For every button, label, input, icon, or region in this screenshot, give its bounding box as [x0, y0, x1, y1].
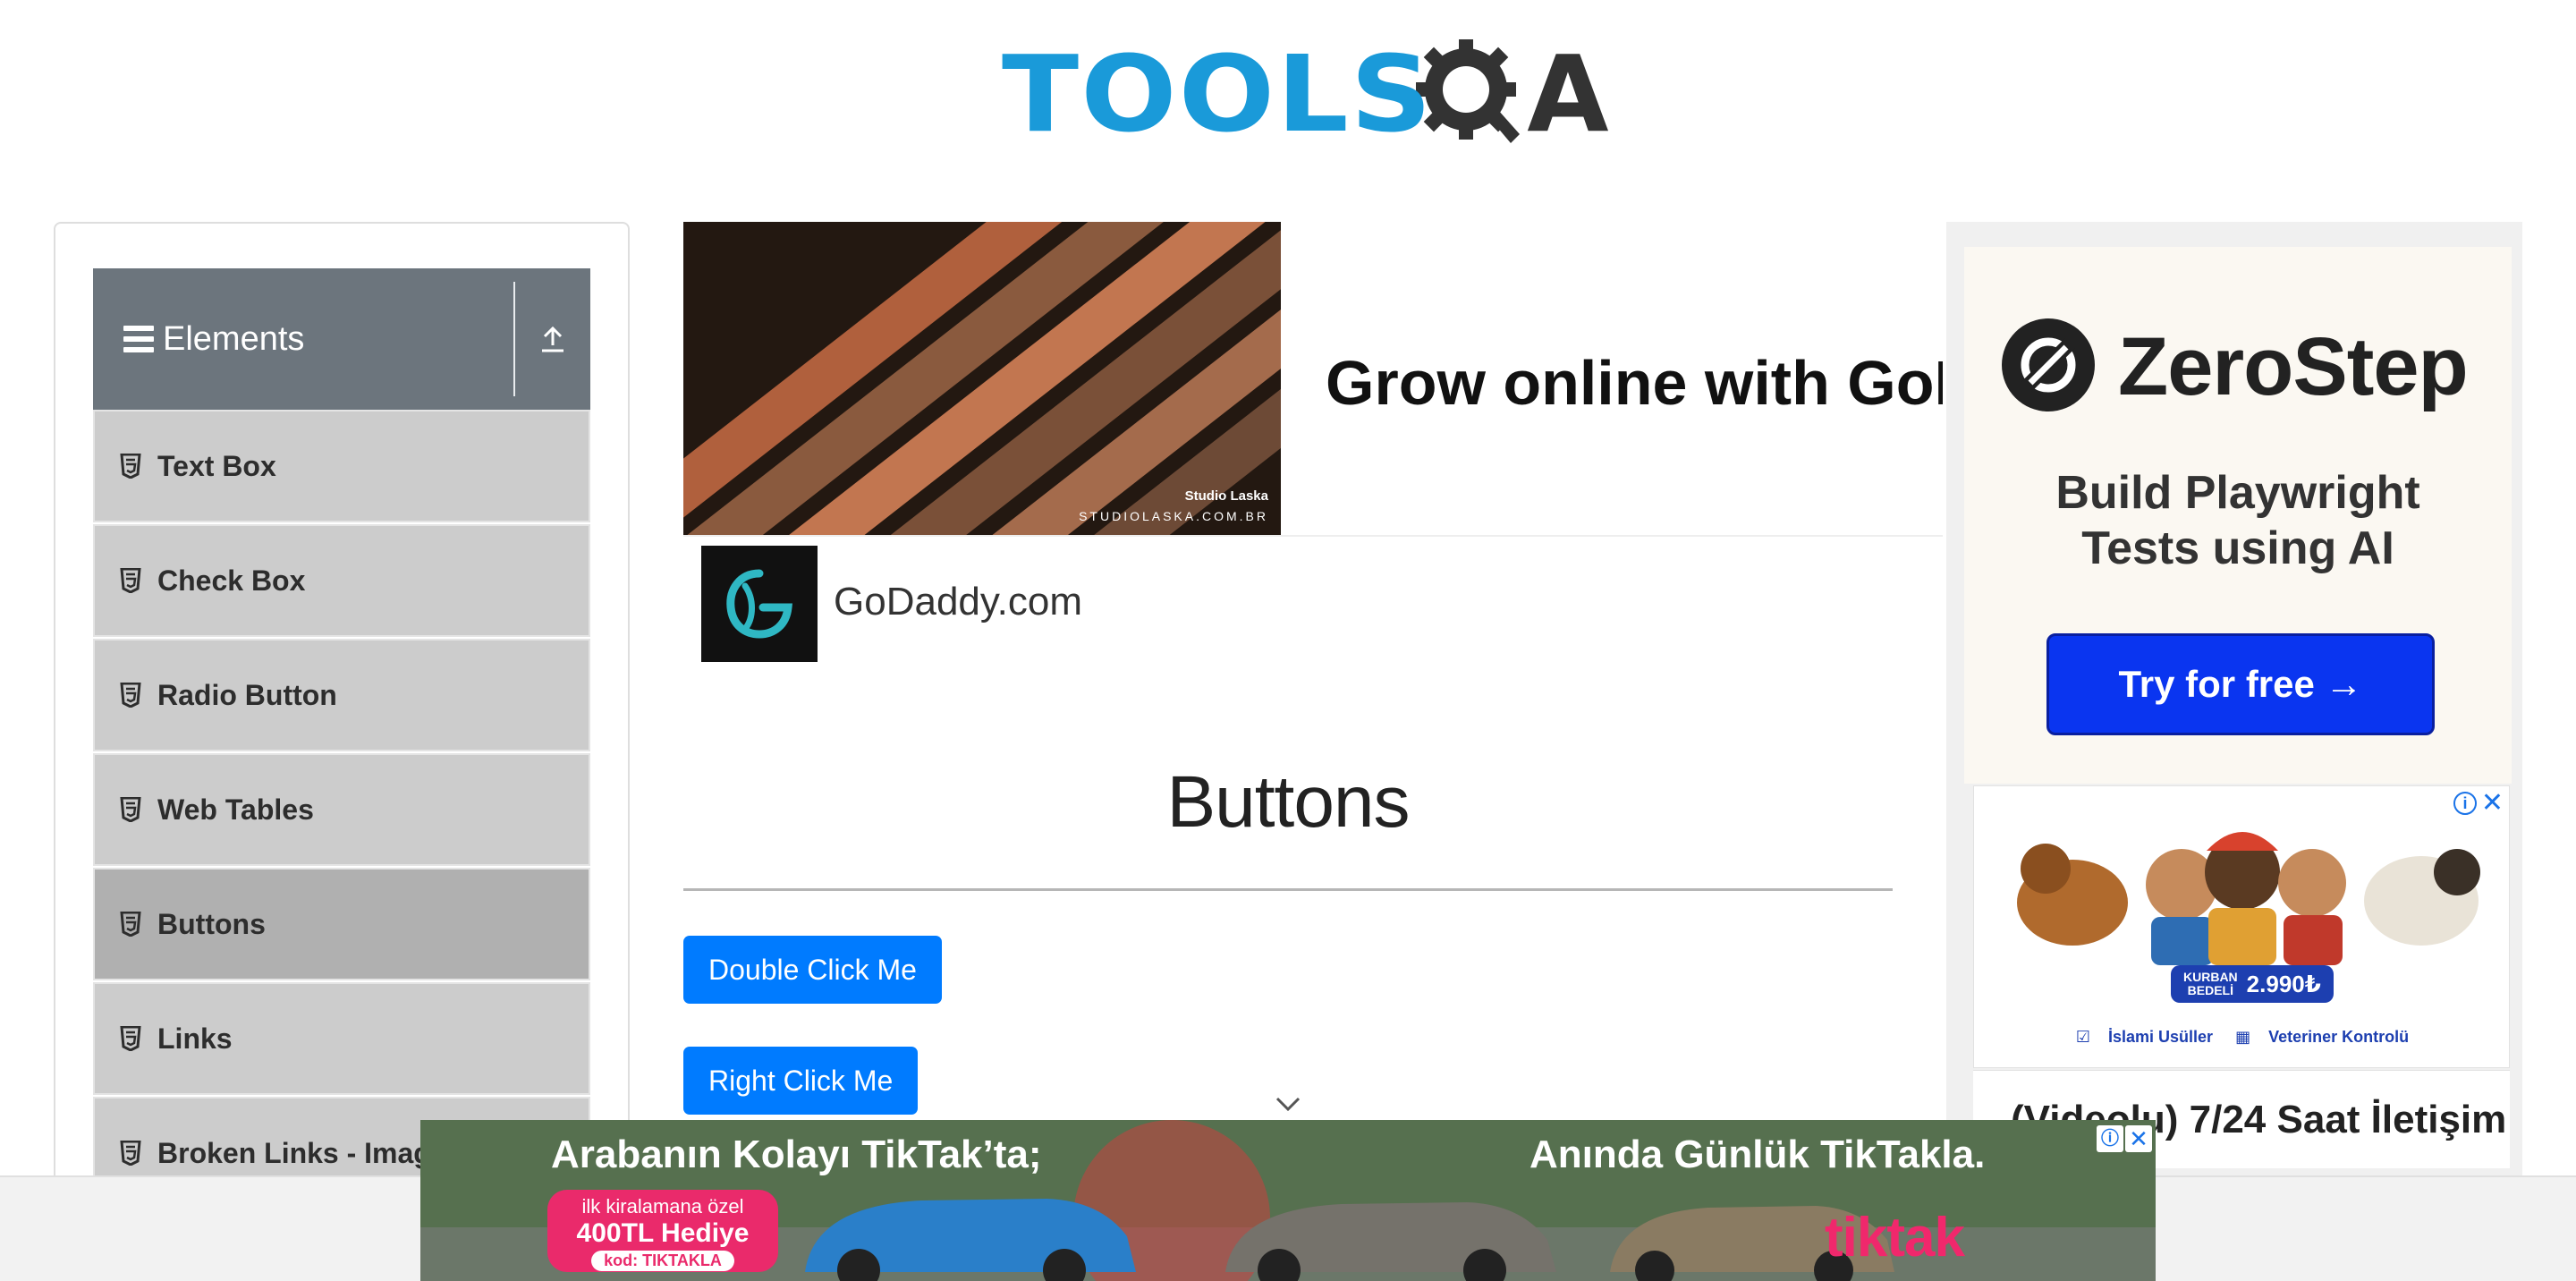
logo-text-end: A	[1527, 32, 1609, 156]
elements-group-header[interactable]: Elements	[93, 268, 590, 410]
html5-icon	[120, 454, 141, 479]
right-click-button[interactable]: Right Click Me	[683, 1047, 919, 1115]
html5-icon	[120, 1026, 141, 1051]
title-divider	[683, 888, 1893, 891]
ad-divider	[683, 535, 1943, 537]
sidebar-item-radio-button[interactable]: Radio Button	[93, 639, 590, 751]
feature-1: İslami Usüller	[2108, 1028, 2214, 1046]
collapse-icon[interactable]	[515, 268, 590, 410]
kurban-features: ☑ İslami Usüller ▦ Veteriner Kontrolü	[1974, 1028, 2509, 1047]
promo-code: kod: TIKTAKLA	[591, 1251, 734, 1271]
tiktak-brand: tiktak	[1825, 1207, 1965, 1268]
sidebar-item-text-box[interactable]: Text Box	[93, 410, 590, 522]
html5-icon	[120, 1141, 141, 1166]
tagline-line-1: Build Playwright	[2055, 467, 2420, 519]
sidebar-item-buttons[interactable]: Buttons	[93, 868, 590, 980]
godaddy-ad[interactable]: Studio Laska STUDIOLASKA.COM.BR Grow onl…	[683, 222, 1943, 669]
ad-photo[interactable]: Studio Laska STUDIOLASKA.COM.BR	[683, 222, 1281, 535]
html5-icon	[120, 568, 141, 593]
toolsqa-logo[interactable]: TOOLS A	[1002, 27, 1609, 161]
price-badge: KURBAN BEDELİ 2.990₺	[2171, 965, 2334, 1003]
sidebar-item-label: Web Tables	[157, 793, 314, 826]
html5-icon	[120, 683, 141, 708]
promo-line-2: 400TL Hediye	[576, 1218, 750, 1248]
ad-close-icon[interactable]: ✕	[2481, 790, 2504, 817]
chevron-down-icon[interactable]	[1275, 1095, 1301, 1113]
sidebar-item-label: Check Box	[157, 564, 306, 597]
zerostep-logo-icon	[2002, 318, 2095, 411]
ad-close-icon[interactable]: ✕	[2125, 1125, 2152, 1152]
html5-icon	[120, 912, 141, 937]
menu-icon	[123, 326, 154, 352]
promo-badge: ilk kiralamana özel 400TL Hediye kod: TI…	[547, 1190, 778, 1272]
zerostep-ad[interactable]: ZeroStep Build Playwright Tests using AI…	[1964, 247, 2512, 784]
price-label-2: BEDELİ	[2187, 983, 2233, 997]
promo-line-1: ilk kiralamana özel	[581, 1195, 744, 1217]
check-icon: ☑	[2075, 1028, 2090, 1046]
sidebar-item-label: Buttons	[157, 907, 266, 940]
price-value: 2.990₺	[2246, 970, 2321, 997]
ad-info-icon[interactable]: ⓘ	[2097, 1125, 2123, 1152]
tiktak-sticky-ad[interactable]: Arabanın Kolayı TikTak’ta; Anında Günlük…	[420, 1120, 2156, 1281]
photo-credit-name: Studio Laska	[1184, 488, 1268, 504]
sidebar-item-label: Links	[157, 1022, 233, 1055]
ad-advertiser[interactable]: GoDaddy.com	[834, 580, 1082, 624]
sticky-headline-right: Anında Günlük TikTakla.	[1530, 1133, 1986, 1176]
zerostep-brand: ZeroStep	[2118, 321, 2469, 412]
elements-menu: Text Box Check Box Radio Button Web Tables B…	[93, 410, 590, 1211]
ad-info-icon[interactable]: i	[2453, 792, 2477, 815]
photo-credit: Studio Laska STUDIOLASKA.COM.BR	[1079, 487, 1268, 526]
feature-2: Veteriner Kontrolü	[2268, 1028, 2410, 1046]
logo-text: TOOLS	[1002, 32, 1434, 156]
sidebar-item-check-box[interactable]: Check Box	[93, 524, 590, 637]
zerostep-tagline: Build Playwright Tests using AI	[1964, 465, 2512, 576]
godaddy-logo-icon[interactable]	[701, 546, 818, 662]
vet-icon: ▦	[2235, 1028, 2251, 1046]
photo-credit-url: STUDIOLASKA.COM.BR	[1079, 509, 1268, 523]
sidebar-item-links[interactable]: Links	[93, 982, 590, 1095]
price-label-1: KURBAN	[2183, 970, 2238, 984]
group-title: Elements	[163, 319, 305, 358]
kurban-ad[interactable]: i ✕ KURBAN BEDELİ 2.990₺ ☑ İslami Usüller …	[1973, 785, 2510, 1068]
html5-icon	[120, 797, 141, 822]
try-for-free-button[interactable]: Try for free →	[2046, 633, 2435, 735]
double-click-button[interactable]: Double Click Me	[683, 936, 942, 1004]
sidebar-item-web-tables[interactable]: Web Tables	[93, 753, 590, 866]
sidebar-item-label: Text Box	[157, 449, 276, 482]
page-title: Buttons	[1166, 761, 1410, 843]
sidebar-item-label: Radio Button	[157, 678, 337, 711]
ad-headline[interactable]: Grow online with GoDaddy	[1326, 347, 1943, 419]
tagline-line-2: Tests using AI	[2081, 522, 2394, 574]
kurban-illustration	[2017, 832, 2480, 965]
sticky-headline-left: Arabanın Kolayı TikTak’ta;	[551, 1133, 1042, 1176]
sidebar-item-label: Broken Links - Images	[157, 1136, 463, 1169]
